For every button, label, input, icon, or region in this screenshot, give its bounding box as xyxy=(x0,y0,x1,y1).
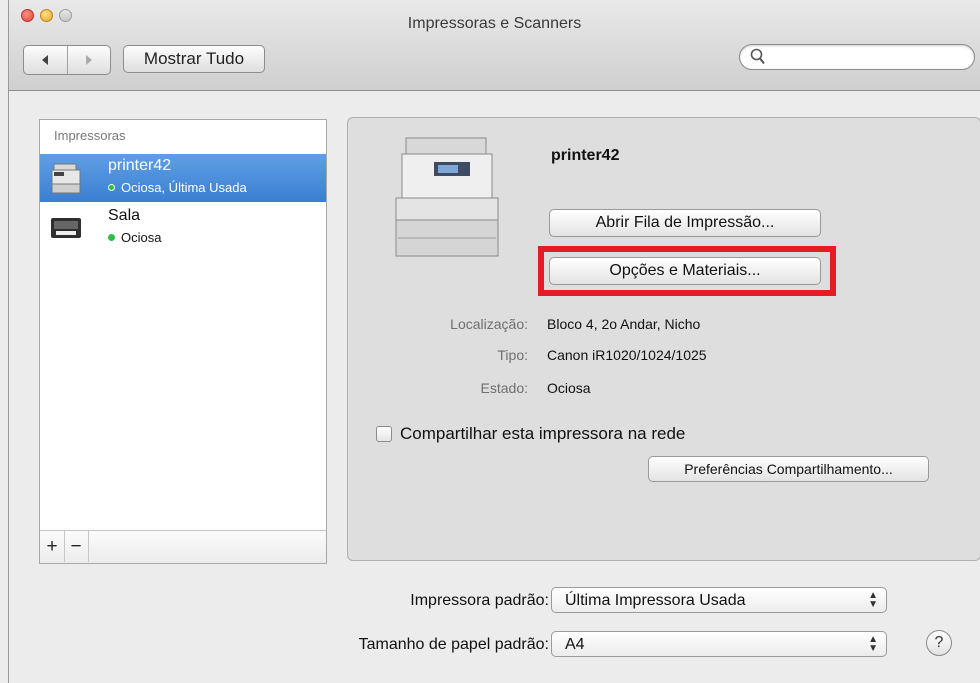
search-icon xyxy=(750,48,765,65)
printer-image-icon xyxy=(395,137,499,257)
printer-list-item-sala[interactable]: Sala Ociosa xyxy=(40,204,326,252)
toolbar: Impressoras e Scanners Mostrar Tudo xyxy=(9,0,980,91)
window-title: Impressoras e Scanners xyxy=(407,15,582,32)
printer-laser-icon xyxy=(51,218,81,238)
info-label: Tipo: xyxy=(497,347,528,363)
show-all-button[interactable]: Mostrar Tudo xyxy=(123,45,265,73)
window: Impressoras e Scanners Mostrar Tudo Impr… xyxy=(8,0,980,683)
paper-size-value: A4 xyxy=(565,636,585,653)
printer-status-text: Ociosa, Última Usada xyxy=(121,180,247,195)
info-row-status: Estado: Ociosa xyxy=(348,380,980,400)
back-button[interactable] xyxy=(24,46,68,74)
default-printer-value: Última Impressora Usada xyxy=(565,592,746,609)
paper-size-row: Tamanho de papel padrão: A4 ▲ ▼ xyxy=(9,631,980,659)
help-button[interactable]: ? xyxy=(926,630,952,656)
back-forward-control xyxy=(23,45,111,75)
info-label: Localização: xyxy=(450,316,528,332)
info-label: Estado: xyxy=(480,380,528,396)
search-input[interactable] xyxy=(768,48,968,68)
remove-printer-button[interactable]: − xyxy=(64,531,89,562)
printer-status: Ociosa, Última Usada xyxy=(108,180,247,195)
back-arrow-icon xyxy=(42,55,49,65)
share-printer-checkbox[interactable]: Compartilhar esta impressora na rede xyxy=(376,424,685,444)
forward-arrow-icon xyxy=(85,55,92,65)
info-value: Bloco 4, 2o Andar, Nicho xyxy=(547,316,701,332)
default-printer-row: Impressora padrão: Última Impressora Usa… xyxy=(9,587,980,615)
printer-name: printer42 xyxy=(108,157,172,174)
paper-size-select[interactable]: A4 ▲ ▼ xyxy=(551,631,887,657)
info-value: Ociosa xyxy=(547,380,591,396)
sharing-preferences-button[interactable]: Preferências Compartilhamento... xyxy=(648,456,929,482)
default-printer-label: Impressora padrão: xyxy=(410,592,549,609)
info-value: Canon iR1020/1024/1025 xyxy=(547,347,707,363)
printer-status-text: Ociosa xyxy=(121,230,162,245)
info-row-location: Localização: Bloco 4, 2o Andar, Nicho xyxy=(348,316,980,336)
printer-status: Ociosa xyxy=(108,230,161,245)
default-printer-select[interactable]: Última Impressora Usada ▲ ▼ xyxy=(551,587,887,613)
open-print-queue-button[interactable]: Abrir Fila de Impressão... xyxy=(549,209,821,237)
printer-list-item-printer42[interactable]: printer42 Ociosa, Última Usada xyxy=(40,154,326,202)
options-supplies-button[interactable]: Opções e Materiais... xyxy=(549,257,821,285)
checkbox-box[interactable] xyxy=(376,426,392,442)
status-idle-icon xyxy=(108,234,115,241)
printer-detail-pane: printer42 Abrir Fila de Impressão... Opç… xyxy=(347,117,980,561)
share-printer-label: Compartilhar esta impressora na rede xyxy=(400,424,686,443)
status-idle-icon xyxy=(108,184,115,191)
printer-list-heading: Impressoras xyxy=(54,128,126,143)
forward-button[interactable] xyxy=(68,46,111,74)
add-printer-button[interactable]: + xyxy=(40,531,65,562)
printer-title: printer42 xyxy=(551,147,620,164)
updown-arrows-icon: ▲ ▼ xyxy=(868,634,878,654)
paper-size-label: Tamanho de papel padrão: xyxy=(358,636,549,653)
search-field[interactable] xyxy=(739,44,975,70)
printer-list: Impressoras printer42 Ociosa, Última Usa… xyxy=(39,119,327,564)
info-row-type: Tipo: Canon iR1020/1024/1025 xyxy=(348,347,980,367)
printer-mfp-icon xyxy=(51,163,81,194)
printer-list-footer: + − xyxy=(40,530,326,563)
updown-arrows-icon: ▲ ▼ xyxy=(868,590,878,610)
printer-name: Sala xyxy=(108,207,141,224)
